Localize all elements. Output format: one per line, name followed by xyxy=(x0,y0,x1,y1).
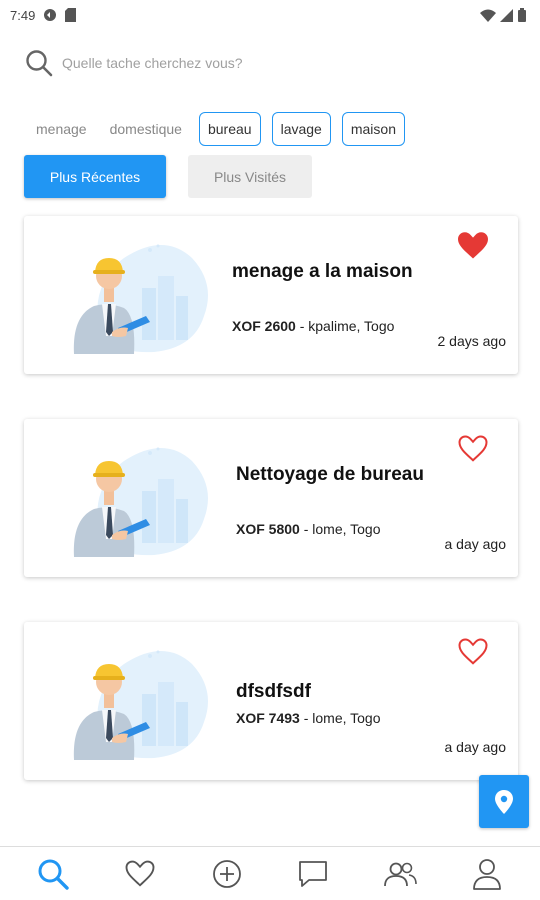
map-location-button[interactable] xyxy=(479,775,529,828)
search-icon xyxy=(38,859,70,890)
profile-icon xyxy=(472,858,501,890)
bottom-navigation xyxy=(0,846,540,900)
most-visited-button[interactable]: Plus Visités xyxy=(188,155,312,198)
category-chips: menage domestique bureau lavage maison xyxy=(30,112,405,146)
task-meta: XOF 2600 - kpalime, Togo xyxy=(232,318,394,334)
search-icon xyxy=(26,50,53,77)
task-title: dfsdfsdf xyxy=(236,681,311,702)
worker-illustration xyxy=(54,236,214,354)
task-card[interactable]: menage a la maison XOF 2600 - kpalime, T… xyxy=(24,216,518,374)
task-location: - kpalime, Togo xyxy=(295,318,395,334)
chip-domestique[interactable]: domestique xyxy=(104,112,188,146)
status-bar: 7:49 xyxy=(0,0,540,30)
battery-icon xyxy=(518,8,526,22)
task-price: XOF 2600 xyxy=(232,318,296,334)
task-title: Nettoyage de bureau xyxy=(236,464,424,485)
favorite-heart-icon[interactable] xyxy=(458,232,488,260)
worker-illustration xyxy=(54,439,214,557)
task-location: - lome, Togo xyxy=(299,710,381,726)
search-input[interactable] xyxy=(62,55,482,71)
task-location: - lome, Togo xyxy=(299,521,381,537)
heart-icon xyxy=(125,860,155,887)
nav-messages[interactable] xyxy=(291,852,335,896)
task-meta: XOF 5800 - lome, Togo xyxy=(236,521,381,537)
worker-illustration xyxy=(54,642,214,760)
nav-add[interactable] xyxy=(205,852,249,896)
sd-card-icon xyxy=(65,8,77,22)
task-price: XOF 5800 xyxy=(236,521,300,537)
add-icon xyxy=(212,859,241,888)
task-time: a day ago xyxy=(444,536,507,552)
search-bar[interactable] xyxy=(24,46,514,80)
task-card[interactable]: dfsdfsdf XOF 7493 - lome, Togo a day ago xyxy=(24,622,518,780)
chat-icon xyxy=(299,860,328,887)
task-price: XOF 7493 xyxy=(236,710,300,726)
task-time: a day ago xyxy=(444,739,507,755)
status-time: 7:49 xyxy=(10,7,36,23)
task-meta: XOF 7493 - lome, Togo xyxy=(236,710,381,726)
chip-lavage[interactable]: lavage xyxy=(271,112,331,146)
nav-community[interactable] xyxy=(378,852,422,896)
wifi-icon xyxy=(480,9,496,22)
nav-profile[interactable] xyxy=(465,852,509,896)
app-notification-icon xyxy=(44,9,57,21)
heart-outline-icon[interactable] xyxy=(458,638,488,666)
recent-button[interactable]: Plus Récentes xyxy=(24,155,166,198)
chip-menage[interactable]: menage xyxy=(30,112,93,146)
location-pin-icon xyxy=(495,789,513,814)
chip-bureau[interactable]: bureau xyxy=(198,112,261,146)
signal-icon xyxy=(500,8,513,22)
chip-maison[interactable]: maison xyxy=(341,112,405,146)
heart-outline-icon[interactable] xyxy=(458,435,488,463)
nav-favorites[interactable] xyxy=(118,852,162,896)
sort-toggle: Plus Récentes Plus Visités xyxy=(24,155,312,198)
group-icon xyxy=(384,862,417,886)
task-title: menage a la maison xyxy=(232,261,413,282)
task-card[interactable]: Nettoyage de bureau XOF 5800 - lome, Tog… xyxy=(24,419,518,577)
nav-search[interactable] xyxy=(31,852,75,896)
task-time: 2 days ago xyxy=(437,333,507,349)
